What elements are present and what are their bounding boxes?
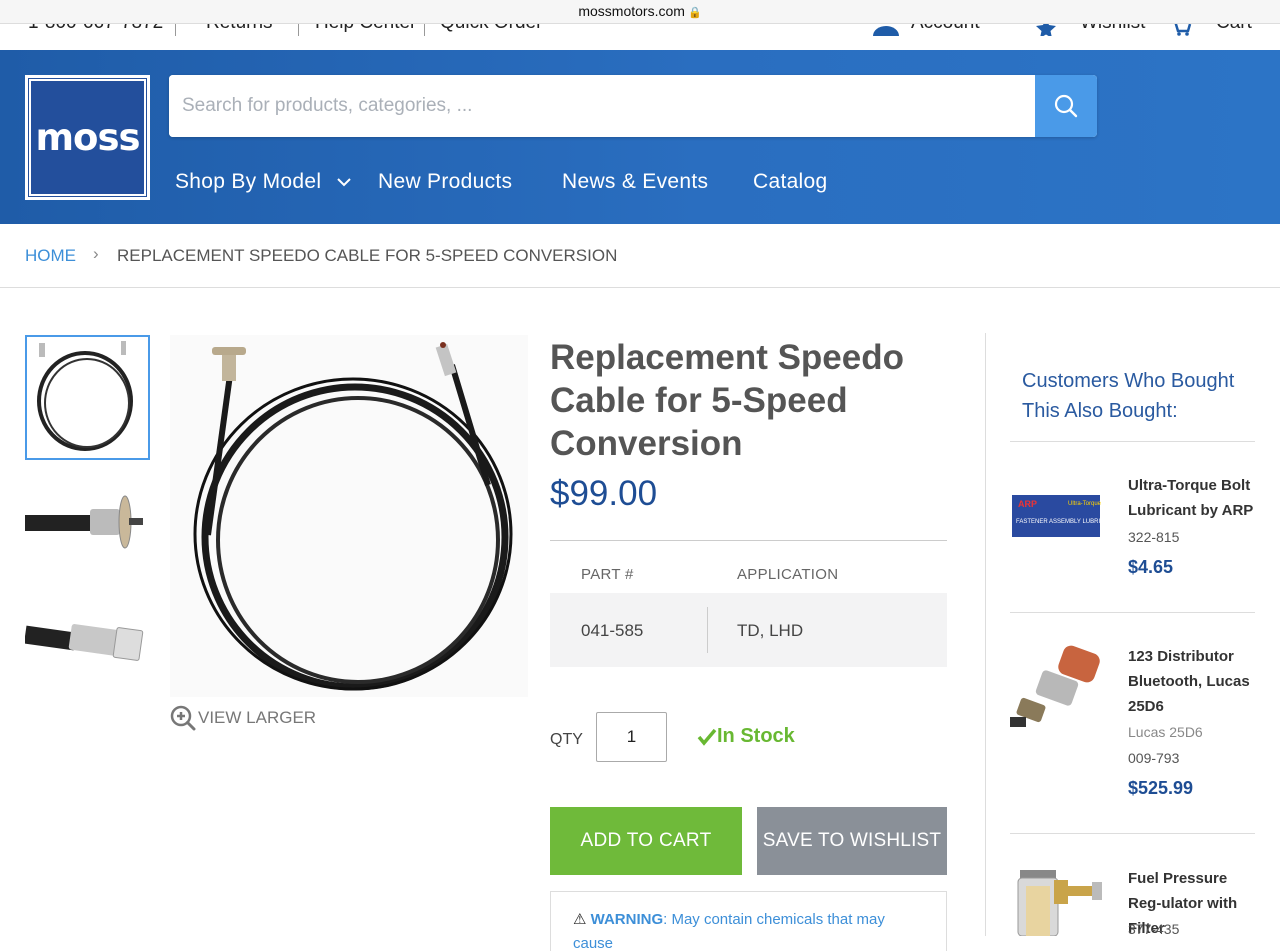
url-domain: mossmotors.com — [578, 3, 685, 19]
qty-label: QTY — [550, 731, 583, 748]
related-item-price: $525.99 — [1128, 778, 1194, 798]
svg-text:ARP: ARP — [1018, 499, 1037, 509]
nav-label: Shop By Model — [175, 170, 322, 193]
breadcrumb: HOME › REPLACEMENT SPEEDO CABLE FOR 5-SP… — [0, 224, 1280, 288]
application-header: APPLICATION — [737, 566, 839, 583]
utility-bar: 1-800-667-7872 Returns Help Center Quick… — [0, 24, 1280, 50]
cable-coil-thumbnail — [37, 341, 133, 451]
product-price: $99.00 — [550, 474, 658, 513]
related-divider — [1010, 441, 1255, 442]
thumbnail-3[interactable] — [25, 587, 150, 712]
part-number-header: PART # — [581, 566, 634, 583]
account-link[interactable]: Account — [911, 24, 980, 34]
related-item-price: $4.65 — [1128, 557, 1174, 577]
wishlist-link[interactable]: Wishlist — [1080, 24, 1145, 34]
spec-cell-divider — [707, 607, 708, 653]
nav-catalog[interactable]: Catalog — [753, 170, 827, 200]
distributor-image — [1010, 645, 1100, 727]
account-icon[interactable] — [872, 24, 900, 36]
column-divider — [985, 333, 986, 936]
product-title: Replacement Speedo Cable for 5-Speed Con… — [550, 338, 904, 463]
wishlist-star-icon[interactable] — [1035, 24, 1057, 36]
warning-label[interactable]: WARNING — [591, 911, 664, 928]
cart-link[interactable]: Cart — [1216, 24, 1252, 34]
arp-lubricant-image: ARP Ultra-Torque FASTENER ASSEMBLY LUBRI… — [1012, 495, 1117, 537]
zoom-in-icon — [170, 705, 196, 731]
svg-text:Ultra-Torque: Ultra-Torque — [1068, 501, 1102, 507]
related-item-image[interactable] — [1010, 862, 1110, 937]
utility-divider — [175, 24, 176, 36]
nav-news-events[interactable]: News & Events — [562, 170, 708, 200]
part-number-value: 041-585 — [581, 621, 644, 640]
related-item-number: 377-435 — [1128, 921, 1180, 937]
application-value: TD, LHD — [737, 621, 804, 640]
breadcrumb-home[interactable]: HOME — [25, 246, 76, 266]
lock-icon: 🔒 — [687, 7, 702, 19]
phone-number[interactable]: 1-800-667-7872 — [28, 24, 163, 34]
breadcrumb-separator: › — [93, 244, 99, 263]
related-item-name[interactable]: 123 Distributor Bluetooth, Lucas 25D6 — [1128, 644, 1258, 719]
related-item-number: 009-793 — [1128, 750, 1180, 766]
search-button[interactable] — [1035, 75, 1097, 137]
related-item-subtitle: Lucas 25D6 — [1128, 724, 1203, 740]
save-to-wishlist-button[interactable]: SAVE TO WISHLIST — [757, 807, 947, 875]
utility-divider — [424, 24, 425, 36]
logo-text: moss — [35, 116, 140, 159]
search-input[interactable] — [169, 75, 1035, 137]
stock-status: In Stock — [697, 725, 795, 748]
search-bar — [169, 75, 1097, 137]
warning-triangle-icon: ⚠ — [573, 911, 587, 928]
browser-url-bar[interactable]: mossmotors.com 🔒 — [0, 0, 1280, 24]
thumbnail-2[interactable] — [25, 465, 150, 590]
related-item-number: 322-815 — [1128, 529, 1180, 545]
fuel-regulator-image — [1017, 870, 1102, 937]
cart-icon[interactable] — [1170, 24, 1192, 36]
view-larger-label: VIEW LARGER — [198, 708, 317, 727]
thumbnail-1[interactable] — [25, 335, 150, 460]
prop65-warning: ⚠ WARNING: May contain chemicals that ma… — [550, 891, 947, 951]
nav-shop-by-model[interactable]: Shop By Model — [175, 170, 352, 200]
breadcrumb-current: REPLACEMENT SPEEDO CABLE FOR 5-SPEED CON… — [117, 246, 618, 265]
cable-end-thumbnail — [25, 495, 143, 549]
search-icon — [1054, 94, 1078, 118]
quick-order-link[interactable]: Quick Order — [440, 24, 542, 34]
add-to-cart-button[interactable]: ADD TO CART — [550, 807, 742, 875]
help-center-link[interactable]: Help Center — [315, 24, 416, 34]
checkmark-icon — [697, 728, 717, 746]
related-item-image[interactable] — [1010, 643, 1110, 735]
utility-divider — [298, 24, 299, 36]
nav-new-products[interactable]: New Products — [378, 170, 512, 200]
site-header: moss Shop By Model New Products News & E… — [0, 50, 1280, 224]
svg-text:FASTENER ASSEMBLY LUBRICANT: FASTENER ASSEMBLY LUBRICANT — [1016, 519, 1102, 525]
related-divider — [1010, 612, 1255, 613]
moss-logo[interactable]: moss — [25, 75, 150, 200]
qty-input[interactable] — [596, 712, 667, 762]
logo-mark: moss — [28, 78, 147, 197]
spec-divider — [550, 540, 947, 541]
related-products-title: Customers Who Bought This Also Bought: — [1022, 370, 1235, 422]
related-item-name[interactable]: Ultra-Torque Bolt Lubricant by ARP — [1128, 473, 1258, 523]
related-divider — [1010, 833, 1255, 834]
related-item-image[interactable]: ARP Ultra-Torque FASTENER ASSEMBLY LUBRI… — [1010, 493, 1117, 539]
returns-link[interactable]: Returns — [206, 24, 273, 34]
spec-table-row: 041-585 TD, LHD — [550, 593, 947, 667]
view-larger-button[interactable]: VIEW LARGER — [170, 705, 316, 731]
speedo-cable-image — [193, 342, 513, 691]
stock-status-label: In Stock — [717, 725, 795, 747]
cable-ferrule-thumbnail — [25, 624, 144, 661]
chevron-down-icon — [337, 178, 352, 187]
main-product-image[interactable] — [170, 335, 528, 697]
